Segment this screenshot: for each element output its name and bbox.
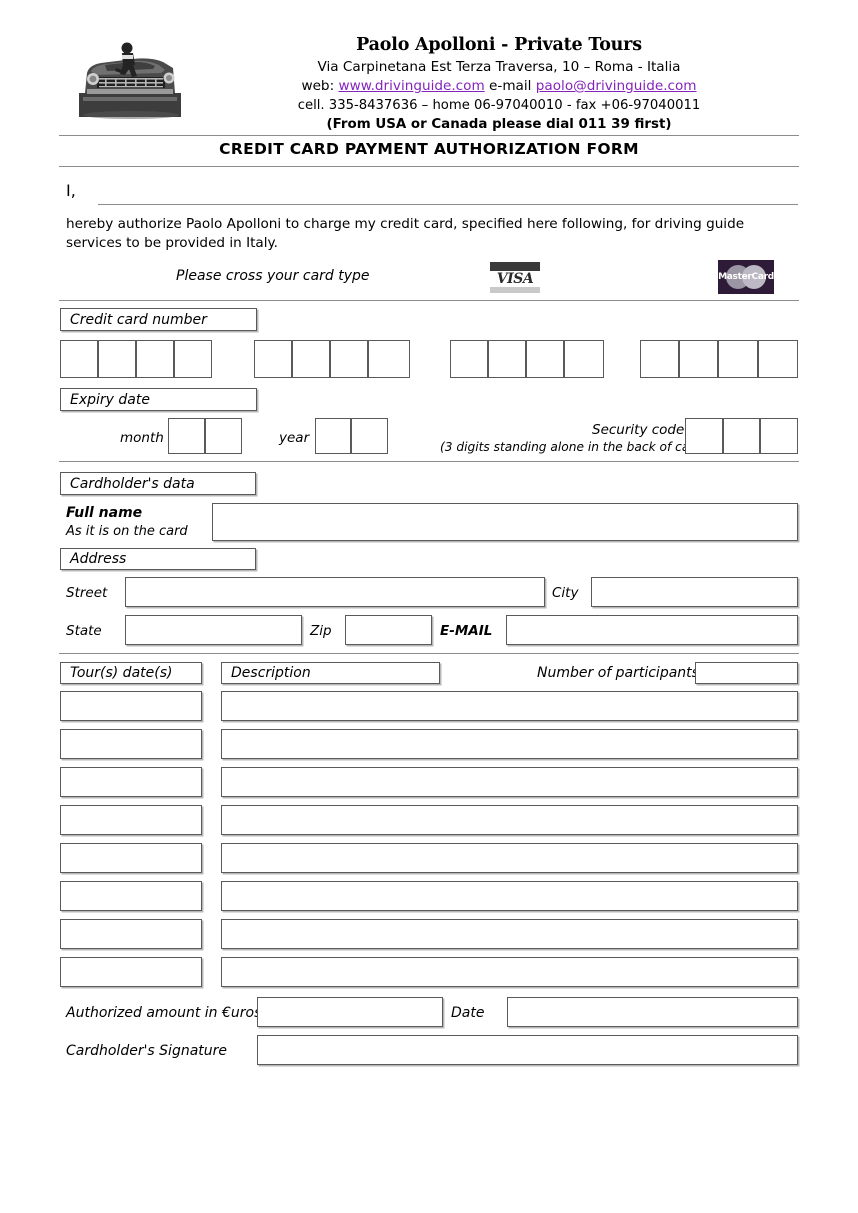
- section-credit-card-number: Credit card number: [60, 308, 257, 331]
- divider-expiry: [59, 461, 799, 462]
- zip-input[interactable]: [345, 615, 432, 645]
- date-label: Date: [451, 1005, 485, 1021]
- participants-label: Number of participants: [537, 665, 699, 681]
- card-digit-box[interactable]: [526, 340, 564, 378]
- card-digit-box[interactable]: [368, 340, 410, 378]
- card-digit-box[interactable]: [488, 340, 526, 378]
- signature-label: Cardholder's Signature: [66, 1043, 228, 1059]
- visa-logo[interactable]: VISA: [490, 262, 540, 293]
- expiry-year-box[interactable]: [351, 418, 388, 454]
- city-label: City: [552, 585, 579, 601]
- card-digit-box[interactable]: [758, 340, 798, 378]
- name-signature-line[interactable]: [98, 204, 798, 205]
- card-digit-box[interactable]: [292, 340, 330, 378]
- company-phones: cell. 335-8437636 – home 06-97040010 - f…: [297, 98, 701, 113]
- zip-label: Zip: [310, 623, 332, 639]
- i-label: I,: [66, 181, 76, 200]
- tour-description-input[interactable]: [221, 691, 798, 721]
- email-label: E-MAIL: [440, 623, 493, 639]
- authorization-text: hereby authorize Paolo Apolloni to charg…: [66, 216, 745, 251]
- tour-description-input[interactable]: [221, 729, 798, 759]
- mastercard-wordmark: MasterCard: [718, 272, 774, 282]
- security-code-note: (3 digits standing alone in the back of …: [440, 440, 707, 454]
- tour-date-input[interactable]: [60, 957, 202, 987]
- tour-date-input[interactable]: [60, 881, 202, 911]
- column-header-tour-dates: Tour(s) date(s): [60, 662, 202, 684]
- state-input[interactable]: [125, 615, 302, 645]
- expiry-month-box[interactable]: [168, 418, 205, 454]
- expiry-month-box[interactable]: [205, 418, 242, 454]
- tour-description-input[interactable]: [221, 881, 798, 911]
- email-label: e-mail: [489, 78, 532, 94]
- card-digit-box[interactable]: [564, 340, 604, 378]
- email-input[interactable]: [506, 615, 798, 645]
- vintage-car-photo: [75, 35, 185, 120]
- tour-date-input[interactable]: [60, 767, 202, 797]
- tour-date-input[interactable]: [60, 919, 202, 949]
- state-label: State: [66, 623, 102, 639]
- card-digit-box[interactable]: [718, 340, 758, 378]
- document-page: Paolo Apolloni - Private Tours Via Carpi…: [0, 0, 858, 1213]
- security-code-box[interactable]: [723, 418, 760, 454]
- section-address: Address: [60, 548, 256, 570]
- expiry-year-box[interactable]: [315, 418, 351, 454]
- amount-input[interactable]: [257, 997, 443, 1027]
- card-digit-box[interactable]: [254, 340, 292, 378]
- card-digit-box[interactable]: [174, 340, 212, 378]
- tour-description-input[interactable]: [221, 843, 798, 873]
- page-title: CREDIT CARD PAYMENT AUTHORIZATION FORM: [219, 140, 639, 158]
- tour-description-input[interactable]: [221, 767, 798, 797]
- month-label: month: [120, 430, 164, 446]
- security-code-box[interactable]: [760, 418, 798, 454]
- participants-input[interactable]: [695, 662, 798, 684]
- tour-description-input[interactable]: [221, 957, 798, 987]
- tour-date-input[interactable]: [60, 843, 202, 873]
- card-digit-box[interactable]: [679, 340, 718, 378]
- divider-title: [59, 166, 799, 167]
- tour-date-input[interactable]: [60, 691, 202, 721]
- full-name-label: Full name: [66, 505, 143, 521]
- divider-header: [59, 135, 799, 136]
- full-name-input[interactable]: [212, 503, 798, 541]
- mastercard-logo[interactable]: MasterCard: [718, 260, 774, 294]
- cross-card-type-label: Please cross your card type: [176, 268, 370, 284]
- visa-top-bar: [490, 262, 540, 271]
- contact-web-email: web: www.drivinguide.com e-mail paolo@dr…: [199, 77, 799, 96]
- web-label: web:: [301, 78, 335, 94]
- divider-cardtype: [59, 300, 799, 301]
- section-cardholder-data: Cardholder's data: [60, 472, 256, 495]
- card-digit-box[interactable]: [330, 340, 368, 378]
- full-name-sublabel: As it is on the card: [66, 524, 188, 539]
- dial-note: (From USA or Canada please dial 011 39 f…: [326, 117, 672, 132]
- tour-date-input[interactable]: [60, 729, 202, 759]
- visa-wordmark: VISA: [490, 270, 540, 287]
- website-link[interactable]: www.drivinguide.com: [338, 78, 484, 94]
- section-expiry-date: Expiry date: [60, 388, 257, 411]
- card-digit-box[interactable]: [640, 340, 679, 378]
- card-digit-box[interactable]: [98, 340, 136, 378]
- security-code-label: Security code: [592, 422, 685, 438]
- street-input[interactable]: [125, 577, 545, 607]
- signature-input[interactable]: [257, 1035, 798, 1065]
- column-header-description: Description: [221, 662, 440, 684]
- card-digit-box[interactable]: [60, 340, 98, 378]
- letterhead: Paolo Apolloni - Private Tours Via Carpi…: [59, 28, 799, 134]
- company-address: Via Carpinetana Est Terza Traversa, 10 –…: [317, 59, 681, 75]
- card-digit-box[interactable]: [136, 340, 174, 378]
- amount-label: Authorized amount in €uros: [66, 1005, 262, 1021]
- security-code-box[interactable]: [685, 418, 723, 454]
- company-name: Paolo Apolloni - Private Tours: [356, 35, 642, 55]
- tour-date-input[interactable]: [60, 805, 202, 835]
- visa-bottom-bar: [490, 286, 540, 293]
- card-digit-box[interactable]: [450, 340, 488, 378]
- street-label: Street: [66, 585, 108, 601]
- date-input[interactable]: [507, 997, 798, 1027]
- year-label: year: [279, 430, 310, 446]
- tour-description-input[interactable]: [221, 805, 798, 835]
- letterhead-text: Paolo Apolloni - Private Tours Via Carpi…: [199, 28, 799, 134]
- email-link[interactable]: paolo@drivinguide.com: [536, 78, 697, 94]
- city-input[interactable]: [591, 577, 798, 607]
- tour-description-input[interactable]: [221, 919, 798, 949]
- divider-address: [59, 653, 799, 654]
